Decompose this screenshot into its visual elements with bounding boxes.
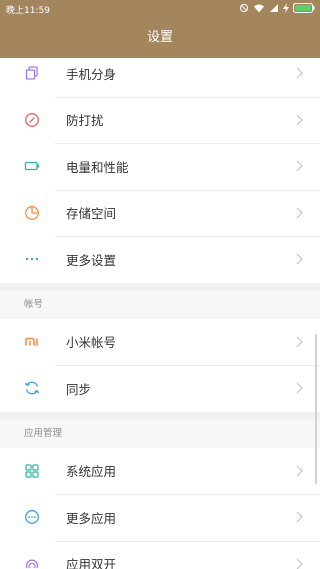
settings-item-label: 电量和性能	[66, 159, 129, 175]
settings-item-battery-performance[interactable]: 电量和性能	[0, 143, 320, 190]
charging-icon	[283, 3, 289, 13]
settings-item-label: 存储空间	[66, 206, 117, 222]
section-divider	[0, 411, 320, 420]
general-settings-group: 手机分身 防打扰 电量和性能 存储空间 更多设置	[0, 58, 320, 283]
dual-apps-icon	[25, 559, 39, 569]
settings-item-mi-account[interactable]: 小米帐号	[0, 319, 320, 366]
chevron-right-icon	[296, 253, 303, 265]
wifi-icon	[253, 3, 265, 13]
settings-item-label: 防打扰	[66, 113, 104, 129]
chevron-right-icon	[296, 465, 303, 477]
app-management-group: 系统应用 更多应用 应用双开	[0, 447, 320, 569]
dual-phone-icon	[25, 66, 38, 80]
settings-item-label: 更多设置	[66, 252, 117, 268]
settings-item-more-settings[interactable]: 更多设置	[0, 236, 320, 283]
chevron-right-icon	[296, 336, 303, 348]
settings-item-label: 应用双开	[66, 557, 117, 569]
do-not-disturb-icon	[25, 112, 39, 127]
chevron-right-icon	[296, 511, 303, 523]
sync-icon	[24, 381, 40, 395]
settings-item-label: 小米帐号	[66, 335, 117, 351]
section-header-account: 帐号	[0, 290, 320, 319]
settings-item-label: 手机分身	[66, 66, 117, 82]
chevron-right-icon	[296, 160, 303, 172]
status-time: 晚上11:59	[6, 6, 50, 16]
chevron-right-icon	[296, 382, 303, 394]
grid-apps-icon	[25, 464, 39, 478]
settings-item-label: 系统应用	[66, 464, 117, 480]
settings-item-label: 同步	[66, 381, 92, 397]
more-dots-icon	[25, 258, 39, 261]
settings-item-dual-apps[interactable]: 应用双开	[0, 540, 320, 569]
settings-item-system-apps[interactable]: 系统应用	[0, 448, 320, 495]
account-group: 小米帐号 同步	[0, 318, 320, 412]
settings-list[interactable]: 手机分身 防打扰 电量和性能 存储空间 更多设置 帐号 小米帐号 同步 应用管理…	[0, 58, 320, 569]
page-title: 设置	[146, 30, 173, 45]
app-title-bar: 设置	[0, 18, 320, 58]
status-bar: 晚上11:59	[0, 0, 320, 18]
chevron-right-icon	[296, 558, 303, 569]
section-divider	[0, 282, 320, 291]
alarm-icon	[239, 3, 249, 13]
more-apps-icon	[25, 510, 39, 525]
settings-item-dual-phone[interactable]: 手机分身	[0, 58, 320, 97]
settings-item-storage[interactable]: 存储空间	[0, 189, 320, 237]
settings-item-do-not-disturb[interactable]: 防打扰	[0, 96, 320, 144]
battery-level-icon	[293, 3, 315, 13]
settings-item-more-apps[interactable]: 更多应用	[0, 494, 320, 541]
signal-icon	[269, 3, 279, 13]
settings-item-sync[interactable]: 同步	[0, 365, 320, 412]
settings-item-label: 更多应用	[66, 510, 117, 526]
mi-logo-icon	[25, 337, 38, 346]
storage-icon	[25, 205, 39, 220]
scrollbar[interactable]	[315, 334, 317, 484]
status-icons	[239, 3, 315, 13]
chevron-right-icon	[296, 114, 303, 126]
battery-icon	[24, 162, 39, 171]
chevron-right-icon	[296, 207, 303, 219]
chevron-right-icon	[296, 67, 303, 79]
section-header-app-management: 应用管理	[0, 419, 320, 448]
